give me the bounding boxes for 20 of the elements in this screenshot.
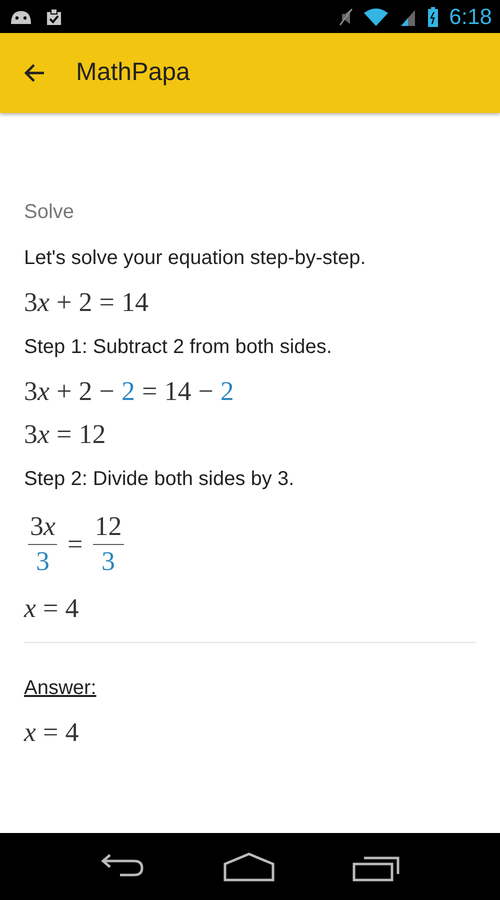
- answer-label: Answer:: [24, 676, 96, 700]
- section-heading: Solve: [24, 200, 76, 225]
- equals-sign: =: [67, 528, 83, 561]
- equation: x = 4: [24, 718, 79, 746]
- wifi-icon: [363, 6, 390, 26]
- equation: 3x + 2 = 14: [24, 289, 148, 316]
- equation: 3x + 2 − 2 = 14 − 2: [24, 378, 234, 405]
- fraction: 12 3: [92, 510, 124, 578]
- mute-icon: [339, 6, 354, 26]
- step-text: Step 2: Divide both sides by 3.: [24, 467, 296, 492]
- battery-icon: [427, 6, 440, 28]
- equation: x = 4: [24, 594, 79, 622]
- fraction: 3x 3: [28, 510, 58, 578]
- step-text: Step 1: Subtract 2 from both sides.: [24, 335, 333, 360]
- home-icon[interactable]: [222, 852, 275, 882]
- clipboard-icon: [44, 6, 64, 26]
- step-text: Let's solve your equation step-by-step.: [24, 246, 367, 271]
- clock: 6:18: [449, 3, 492, 31]
- app-title: MathPapa: [76, 57, 190, 88]
- equation: 3x = 12: [24, 421, 106, 448]
